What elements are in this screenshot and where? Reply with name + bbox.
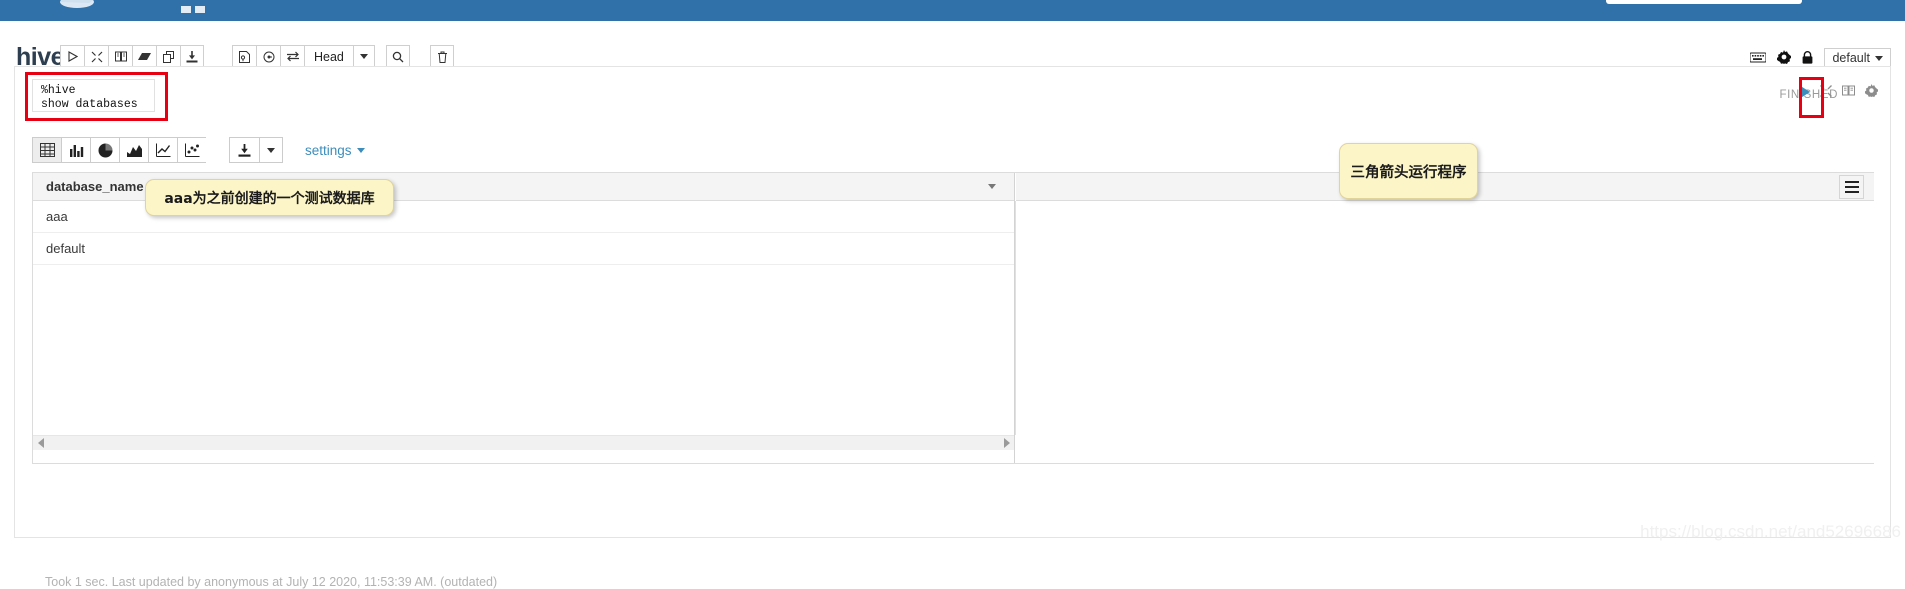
run-all-paragraphs-button[interactable]: [60, 45, 84, 68]
chevron-down-icon[interactable]: [259, 137, 283, 163]
table-chart-button[interactable]: [32, 137, 61, 163]
collapse-arrows-icon[interactable]: [84, 45, 108, 68]
visualization-toolbar: settings: [32, 137, 365, 163]
code-line-2: show databases: [41, 98, 138, 111]
interpreter-binding-value: default: [1832, 51, 1870, 65]
clone-note-icon[interactable]: [156, 45, 180, 68]
horizontal-scrollbar[interactable]: [33, 435, 1014, 450]
settings-label: settings: [305, 142, 352, 158]
eraser-icon[interactable]: [132, 45, 156, 68]
swap-icon[interactable]: [280, 45, 304, 68]
export-note-icon[interactable]: [180, 45, 204, 68]
menu-dots-icon[interactable]: [181, 0, 211, 13]
column-header-database-name[interactable]: database_name: [33, 179, 144, 194]
bar-chart-button[interactable]: [61, 137, 90, 163]
download-group: [229, 137, 283, 163]
play-triangle-icon[interactable]: [1799, 84, 1810, 99]
code-line-1: %hive: [41, 84, 76, 97]
result-grid-left: database_name aaa default: [33, 173, 1015, 463]
annotation-run-triangle: 三角箭头运行程序: [1339, 143, 1478, 199]
collapse-arrows-icon[interactable]: [1820, 84, 1832, 99]
result-grid-right: [1016, 173, 1874, 463]
area-chart-button[interactable]: [119, 137, 148, 163]
scatter-chart-button[interactable]: [177, 137, 206, 163]
note-action-group: [60, 45, 204, 68]
paragraph-footer-status: Took 1 sec. Last updated by anonymous at…: [45, 575, 498, 589]
gear-icon[interactable]: [1865, 84, 1878, 99]
paragraph-controls: [1799, 84, 1878, 99]
lock-icon[interactable]: [1802, 50, 1813, 66]
interpreter-binding-select[interactable]: default: [1824, 48, 1891, 68]
show-output-icon[interactable]: [1842, 85, 1855, 98]
search-icon[interactable]: [386, 45, 410, 68]
table-empty-area: [33, 265, 1014, 461]
notebook-toolbar: hive Head default: [0, 21, 1905, 71]
annotation-text: aaa为之前创建的一个测试数据库: [164, 190, 375, 207]
code-editor[interactable]: %hive show databases: [32, 79, 155, 112]
trash-icon[interactable]: [430, 45, 454, 68]
triangle-right-icon[interactable]: [1004, 438, 1010, 448]
table-row[interactable]: default: [33, 233, 1014, 265]
zeppelin-bird-logo[interactable]: [55, 0, 101, 14]
navbar-search-input[interactable]: [1606, 0, 1802, 4]
hamburger-menu-icon[interactable]: [1839, 175, 1864, 199]
head-mode-label[interactable]: Head: [304, 45, 353, 68]
cell-database-name: default: [46, 241, 86, 256]
chevron-down-icon: [1875, 55, 1883, 61]
code-editor-wrap: %hive show databases: [32, 79, 155, 112]
notebook-right-controls: default: [1749, 48, 1891, 68]
chevron-down-icon: [356, 147, 365, 153]
keyboard-icon[interactable]: [1749, 51, 1767, 65]
annotation-text: 三角箭头运行程序: [1350, 164, 1467, 181]
chevron-down-icon[interactable]: [988, 184, 996, 189]
top-navbar: [0, 0, 1905, 21]
chevron-down-icon[interactable]: [352, 45, 375, 68]
version-control-icon[interactable]: [232, 45, 256, 68]
pie-chart-button[interactable]: [90, 137, 119, 163]
paragraph-card: %hive show databases FINISHED settings d…: [14, 66, 1891, 589]
cron-scheduler-icon[interactable]: [256, 45, 280, 68]
line-chart-button[interactable]: [148, 137, 177, 163]
trash-group: [430, 45, 454, 68]
show-hide-output-icon[interactable]: [108, 45, 132, 68]
annotation-aaa-database: aaa为之前创建的一个测试数据库: [145, 179, 394, 216]
triangle-left-icon[interactable]: [38, 438, 44, 448]
download-icon[interactable]: [229, 137, 259, 163]
search-group: [386, 45, 410, 68]
cell-database-name: aaa: [46, 209, 68, 224]
gear-icon[interactable]: [1777, 50, 1792, 66]
note-config-group: Head: [232, 45, 375, 68]
watermark: https://blog.csdn.net/and52696686: [1640, 522, 1901, 541]
settings-toggle[interactable]: settings: [305, 143, 365, 158]
